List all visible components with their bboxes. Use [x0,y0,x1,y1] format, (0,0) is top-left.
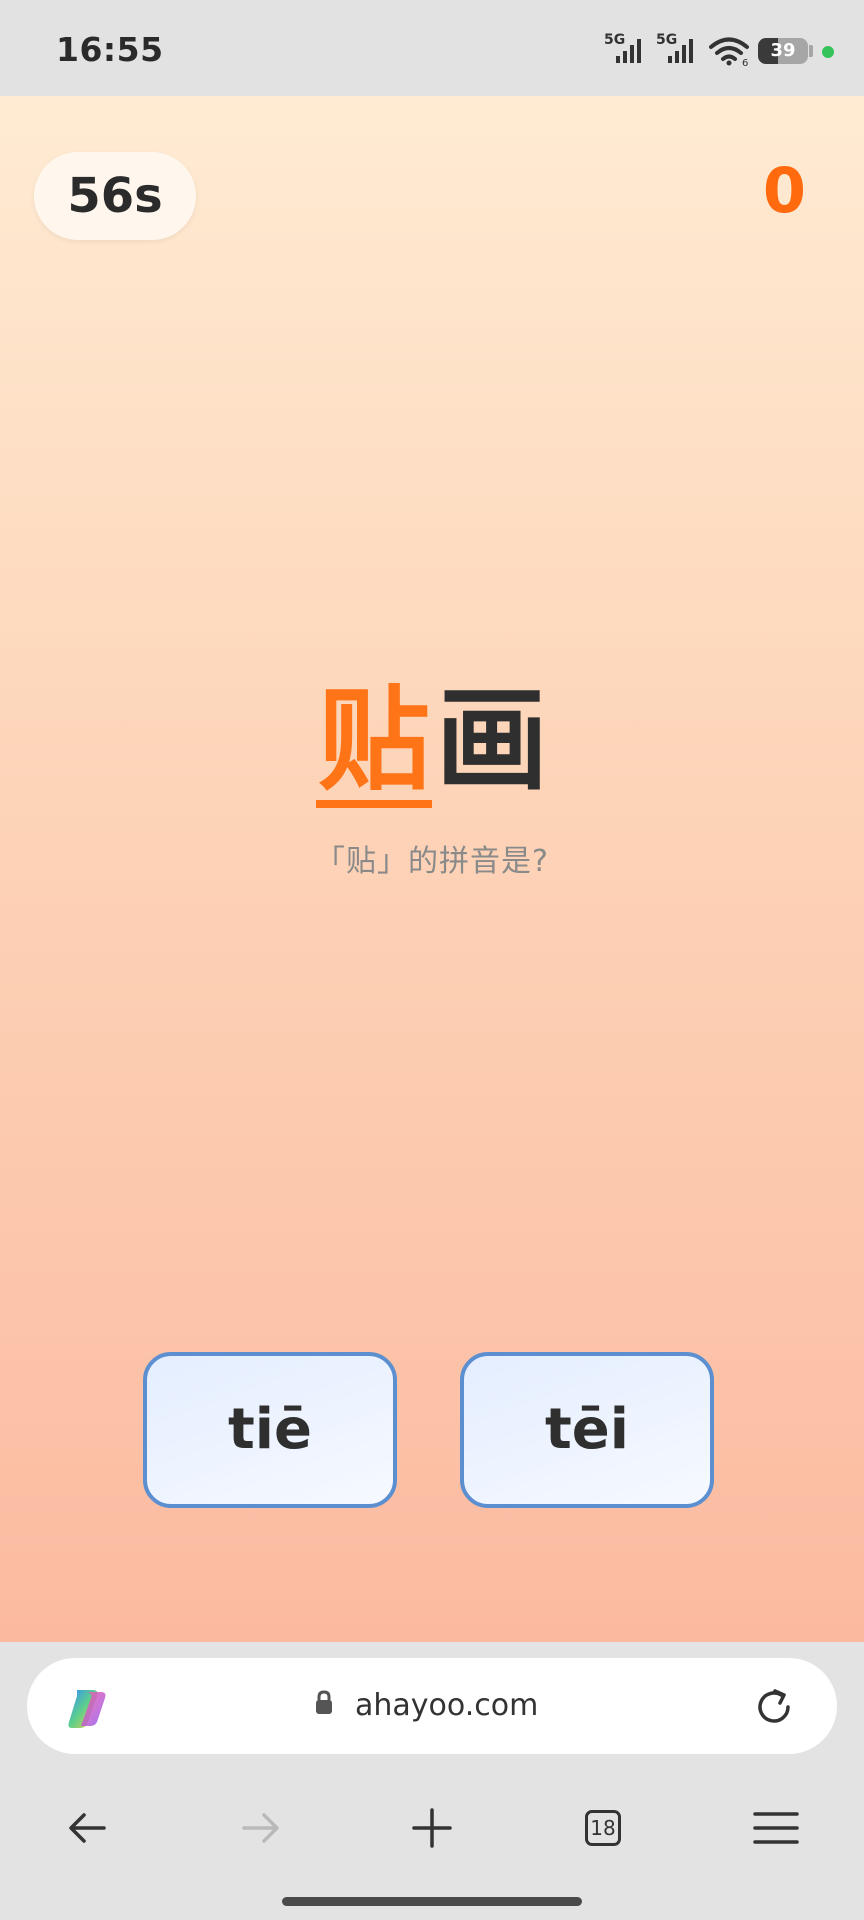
answer-option-button[interactable]: tēi [460,1352,714,1508]
game-area: 56s 0 贴画 「贴」的拼音是? tiē tēi [0,96,864,1642]
cellular-signal-icon: 5G [656,32,700,66]
status-time: 16:55 [56,30,164,69]
forward-button[interactable] [232,1800,288,1856]
menu-button[interactable] [748,1800,804,1856]
battery-level: 39 [770,40,796,61]
tab-count: 18 [585,1810,621,1846]
arrow-left-icon [69,1813,106,1843]
address-bar[interactable]: ahayoo.com [27,1658,837,1754]
answer-option-button[interactable]: tiē [143,1352,397,1508]
screen: 16:55 5G 5G 6 39 56s 0 贴画 「贴」的拼音是? tiē t… [0,0,864,1920]
hamburger-menu-icon [753,1812,799,1844]
arrow-right-icon [242,1813,279,1843]
question-prompt: 「贴」的拼音是? [315,844,549,879]
word-remainder: 画 [436,676,548,806]
status-bar: 16:55 5G 5G 6 39 [0,0,864,96]
copilot-icon[interactable] [63,1684,111,1732]
score-counter: 0 [762,154,806,227]
plus-icon [412,1808,452,1848]
tabs-button[interactable]: 18 [575,1800,631,1856]
reload-icon[interactable] [753,1686,795,1728]
cellular-signal-icon: 5G [604,32,648,66]
wifi-icon: 6 [709,37,749,66]
home-indicator[interactable] [282,1897,582,1906]
countdown-timer: 56s [34,152,196,240]
target-word: 贴画 [0,676,864,808]
url-text[interactable]: ahayoo.com [355,1686,538,1726]
battery-tip [809,45,813,57]
highlighted-character: 贴 [316,676,432,808]
svg-text:6: 6 [742,58,748,66]
lock-icon [316,1690,332,1714]
back-button[interactable] [60,1800,116,1856]
privacy-indicator-dot [822,46,834,58]
battery-icon: 39 [758,38,808,64]
new-tab-button[interactable] [404,1800,460,1856]
